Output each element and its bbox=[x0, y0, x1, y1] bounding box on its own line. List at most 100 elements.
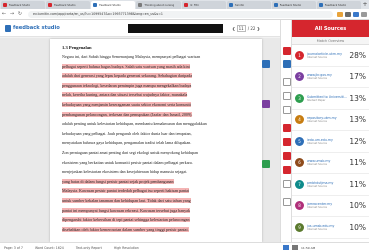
page-next-icon[interactable]: ❯ bbox=[257, 26, 260, 31]
highlighted-match-text[interactable]: Malaysia. Kawasan pesisir pantai terdeda… bbox=[62, 188, 190, 194]
tab-favicon-icon bbox=[273, 3, 278, 7]
highlighted-match-text[interactable]: pelbagai seperti bahasa bagus budaya. Sa… bbox=[62, 63, 190, 69]
browser-tab[interactable]: Feedback Studio bbox=[46, 1, 91, 9]
source-type: Internet Source bbox=[307, 55, 328, 59]
browser-tab[interactable]: Feedback Studio bbox=[316, 1, 361, 9]
comment-icon[interactable] bbox=[283, 92, 291, 100]
text-only-toggle[interactable]: Text-only Report bbox=[76, 246, 102, 250]
highlighted-match-text[interactable]: yang batas di dalam fungsi pesisir panta… bbox=[62, 178, 174, 184]
source-percent: 10% bbox=[349, 222, 366, 232]
source-text: Submitted to Universiti... Student Paper bbox=[307, 95, 347, 102]
browser-tab[interactable]: Feedback Studio bbox=[91, 1, 136, 9]
browser-tab[interactable]: Dr. Fitri bbox=[181, 1, 226, 9]
source-text: journalarticle.ukm.my Internet Source bbox=[307, 52, 347, 59]
browser-tab[interactable]: Feedback Studio bbox=[1, 1, 46, 9]
info-icon[interactable] bbox=[283, 198, 291, 206]
paragraph-text: adalah penting untuk kelestarian kehidup… bbox=[62, 121, 207, 127]
source-type: Internet Source bbox=[307, 163, 328, 167]
rubric-icon[interactable] bbox=[283, 106, 291, 114]
browser-tab[interactable]: Thinking about nursing bbox=[136, 1, 181, 9]
source-list: 1 journalarticle.ukm.my Internet Source 28%… bbox=[292, 45, 369, 239]
source-item[interactable]: 6 www.umsb.my Internet Source 11% bbox=[292, 153, 369, 174]
source-text: jomrocenter.my Internet Source bbox=[307, 202, 347, 209]
match-overview-label: Match Overview bbox=[292, 37, 369, 45]
text-line: menjejaskan kelestarian ekosistem dan ke… bbox=[62, 167, 250, 177]
page-total: / 22 bbox=[247, 26, 256, 31]
similarity-layer-icon[interactable] bbox=[283, 47, 291, 55]
text-line: pantai ini mempunyai fungsi kawasan rekr… bbox=[62, 206, 250, 216]
page-navigator: ❮ 11/ 22 ❯ bbox=[232, 25, 260, 32]
source-type: Internet Source bbox=[307, 120, 328, 124]
app-header: feedback studio ❮ 11/ 22 ❯ bbox=[0, 20, 280, 37]
highlighted-match-text[interactable]: kebudayaan yang menjamin keseragaman sua… bbox=[62, 101, 191, 107]
status-bar: Page: 3 of 7 Word Count: 1624 Text-only … bbox=[0, 242, 280, 252]
reload-icon[interactable]: ↻ bbox=[16, 11, 24, 17]
highlighted-match-text[interactable]: pantai ini mempunyai fungsi kawasan rekr… bbox=[62, 207, 191, 213]
browser-tab[interactable]: Feedback Studio bbox=[271, 1, 316, 9]
text-line: dipengaruhi faktor kebersihan di tepi pa… bbox=[62, 215, 250, 225]
url-field[interactable]: ev.turnitin.com/app/carta/en_us/?u=10995… bbox=[28, 10, 333, 18]
page-prev-icon[interactable]: ❮ bbox=[232, 26, 235, 31]
forward-icon[interactable]: → bbox=[8, 11, 16, 17]
back-icon[interactable]: ← bbox=[0, 11, 8, 17]
highlighted-match-text[interactable]: dipengaruhi faktor kebersihan di tepi pa… bbox=[62, 217, 190, 223]
download-icon[interactable] bbox=[283, 180, 291, 188]
source-number: 3 bbox=[295, 93, 304, 103]
match-marker-icon[interactable] bbox=[262, 60, 270, 68]
match-overview-icon[interactable] bbox=[283, 124, 291, 132]
paragraph-text: menjejaskan kelestarian ekosistem dan ke… bbox=[62, 169, 188, 175]
wifi-icon[interactable] bbox=[283, 245, 289, 250]
all-sources-icon[interactable] bbox=[283, 138, 291, 146]
text-line: yang batas di dalam fungsi pesisir panta… bbox=[62, 177, 250, 187]
source-item[interactable]: 9 jus.umsb.edu.my Internet Source 10% bbox=[292, 217, 369, 239]
source-text: pmbhdutjma.my Internet Source bbox=[307, 181, 347, 188]
profile-avatar[interactable] bbox=[353, 11, 359, 17]
paragraph-text: kebudayaan yang pelbagai. Jauh pengaruh … bbox=[62, 130, 192, 136]
word-count: Word Count: 1624 bbox=[34, 245, 64, 250]
filter-settings-icon[interactable] bbox=[283, 152, 291, 160]
highlighted-match-text[interactable]: pembangunan pelancongan, terkesan dan pe… bbox=[62, 111, 193, 117]
source-item[interactable]: 5 iedo.um.edu.my Internet Source 12% bbox=[292, 131, 369, 153]
highlighted-match-text[interactable]: adalah dari generasi yang lepas kepada g… bbox=[62, 73, 193, 79]
new-tab-button[interactable]: + bbox=[361, 1, 369, 9]
text-line: nelah, keretha kuning, antara dan situas… bbox=[62, 90, 250, 100]
match-marker-icon[interactable] bbox=[262, 100, 270, 108]
source-text: repository.ukm.my Internet Source bbox=[307, 116, 347, 123]
source-item[interactable]: 2 www.jkr.gov.my Internet Source 17% bbox=[292, 67, 369, 88]
match-marker-icon[interactable] bbox=[262, 160, 270, 168]
tab-favicon-icon bbox=[228, 3, 233, 7]
page-number-input[interactable]: 11 bbox=[236, 25, 246, 32]
highlighted-match-text[interactable]: penggunaan teknologi, kesedaran pemimpin… bbox=[62, 82, 192, 88]
exclusions-icon[interactable] bbox=[283, 166, 291, 174]
text-line: adalah penting untuk kelestarian kehidup… bbox=[62, 119, 250, 129]
text-line: untuk sumber kekalan tanaman dan kehidup… bbox=[62, 196, 250, 206]
source-item[interactable]: 1 journalarticle.ukm.my Internet Source 28% bbox=[292, 45, 369, 67]
feedback-layer-icon[interactable] bbox=[283, 60, 291, 68]
text-line: menyatakan bahawa gaya kehidupan, pengam… bbox=[62, 138, 250, 148]
source-item[interactable]: 3 Submitted to Universiti... Student Paper… bbox=[292, 88, 369, 110]
tool-column bbox=[280, 20, 292, 242]
menu-icon[interactable] bbox=[361, 11, 367, 17]
browser-tab[interactable]: Turnitin bbox=[226, 1, 271, 9]
extension-icon[interactable] bbox=[337, 11, 343, 17]
address-bar-row: ← → ↻ ev.turnitin.com/app/carta/en_us/?u… bbox=[0, 9, 369, 20]
tab-label: Thinking about nursing bbox=[144, 3, 175, 7]
source-text: www.jkr.gov.my Internet Source bbox=[307, 73, 347, 80]
source-item[interactable]: 7 pmbhdutjma.my Internet Source 11% bbox=[292, 174, 369, 196]
source-item[interactable]: 4 repository.ukm.my Internet Source 13% bbox=[292, 110, 369, 131]
logo-icon bbox=[5, 24, 11, 32]
text-line: kebudayaan yang pelbagai. Jauh pengaruh … bbox=[62, 129, 250, 139]
filter-icon[interactable] bbox=[283, 78, 291, 86]
extension-icon[interactable] bbox=[345, 11, 351, 17]
highlighted-match-text[interactable]: untuk sumber kekalan tanaman dan kehidup… bbox=[62, 197, 191, 203]
highlighted-match-text[interactable]: nelah, keretha kuning, antara dan situas… bbox=[62, 92, 188, 98]
source-item[interactable]: 8 jomrocenter.my Internet Source 10% bbox=[292, 196, 369, 217]
highlighted-match-text[interactable]: disebabkan oleh faktor kemerosotan dalam… bbox=[62, 226, 189, 232]
resolution-toggle[interactable]: High Resolution bbox=[114, 246, 139, 250]
source-number: 6 bbox=[295, 158, 304, 168]
source-number: 1 bbox=[295, 50, 304, 60]
volume-icon[interactable] bbox=[292, 245, 298, 250]
source-number: 4 bbox=[295, 115, 304, 125]
tab-label: Feedback Studio bbox=[324, 3, 347, 7]
source-type: Internet Source bbox=[307, 184, 328, 188]
